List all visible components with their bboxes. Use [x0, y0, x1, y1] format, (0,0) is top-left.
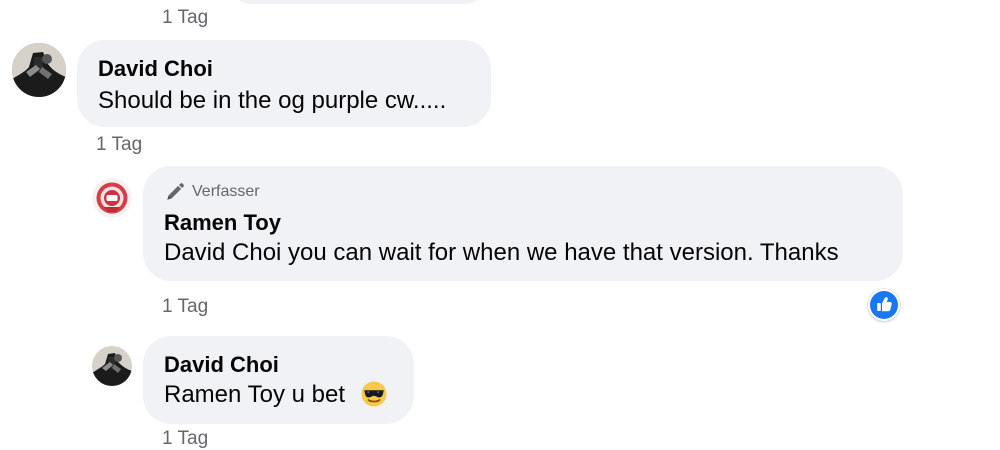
sunglasses-emoji-icon [361, 381, 387, 407]
avatar[interactable] [92, 178, 132, 218]
author-badge: Verfasser [164, 181, 260, 203]
author-badge-label: Verfasser [192, 183, 260, 200]
comment-bubble: David Choi Should be in the og purple cw… [77, 40, 491, 127]
author-name-link[interactable]: Ramen Toy [164, 210, 281, 236]
comment-text-value: Ramen Toy u bet [164, 381, 345, 408]
avatar-image-icon [12, 43, 66, 97]
previous-comment-bubble [232, 0, 484, 4]
avatar[interactable] [12, 43, 66, 97]
reply-bubble: Verfasser Ramen Toy David Choi you can w… [143, 166, 903, 281]
timestamp-link[interactable]: 1 Tag [162, 296, 208, 318]
thumbs-up-icon [877, 297, 892, 312]
like-icon [870, 291, 898, 319]
pencil-icon [167, 183, 184, 200]
avatar-image-icon [92, 178, 132, 218]
comment-text: David Choi you can wait for when we have… [164, 239, 839, 266]
avatar[interactable] [92, 346, 132, 386]
timestamp-link[interactable]: 1 Tag [96, 134, 142, 156]
comment-text: Ramen Toy u bet [164, 380, 388, 409]
author-name-link[interactable]: David Choi [98, 56, 213, 82]
author-name-link[interactable]: David Choi [164, 352, 279, 378]
avatar-image-icon [92, 346, 132, 386]
timestamp-link[interactable]: 1 Tag [162, 7, 208, 29]
timestamp-link[interactable]: 1 Tag [162, 428, 208, 450]
reply-bubble: David Choi Ramen Toy u bet [143, 336, 414, 424]
reaction-summary[interactable] [868, 289, 900, 321]
comment-text: Should be in the og purple cw..... [98, 87, 447, 114]
